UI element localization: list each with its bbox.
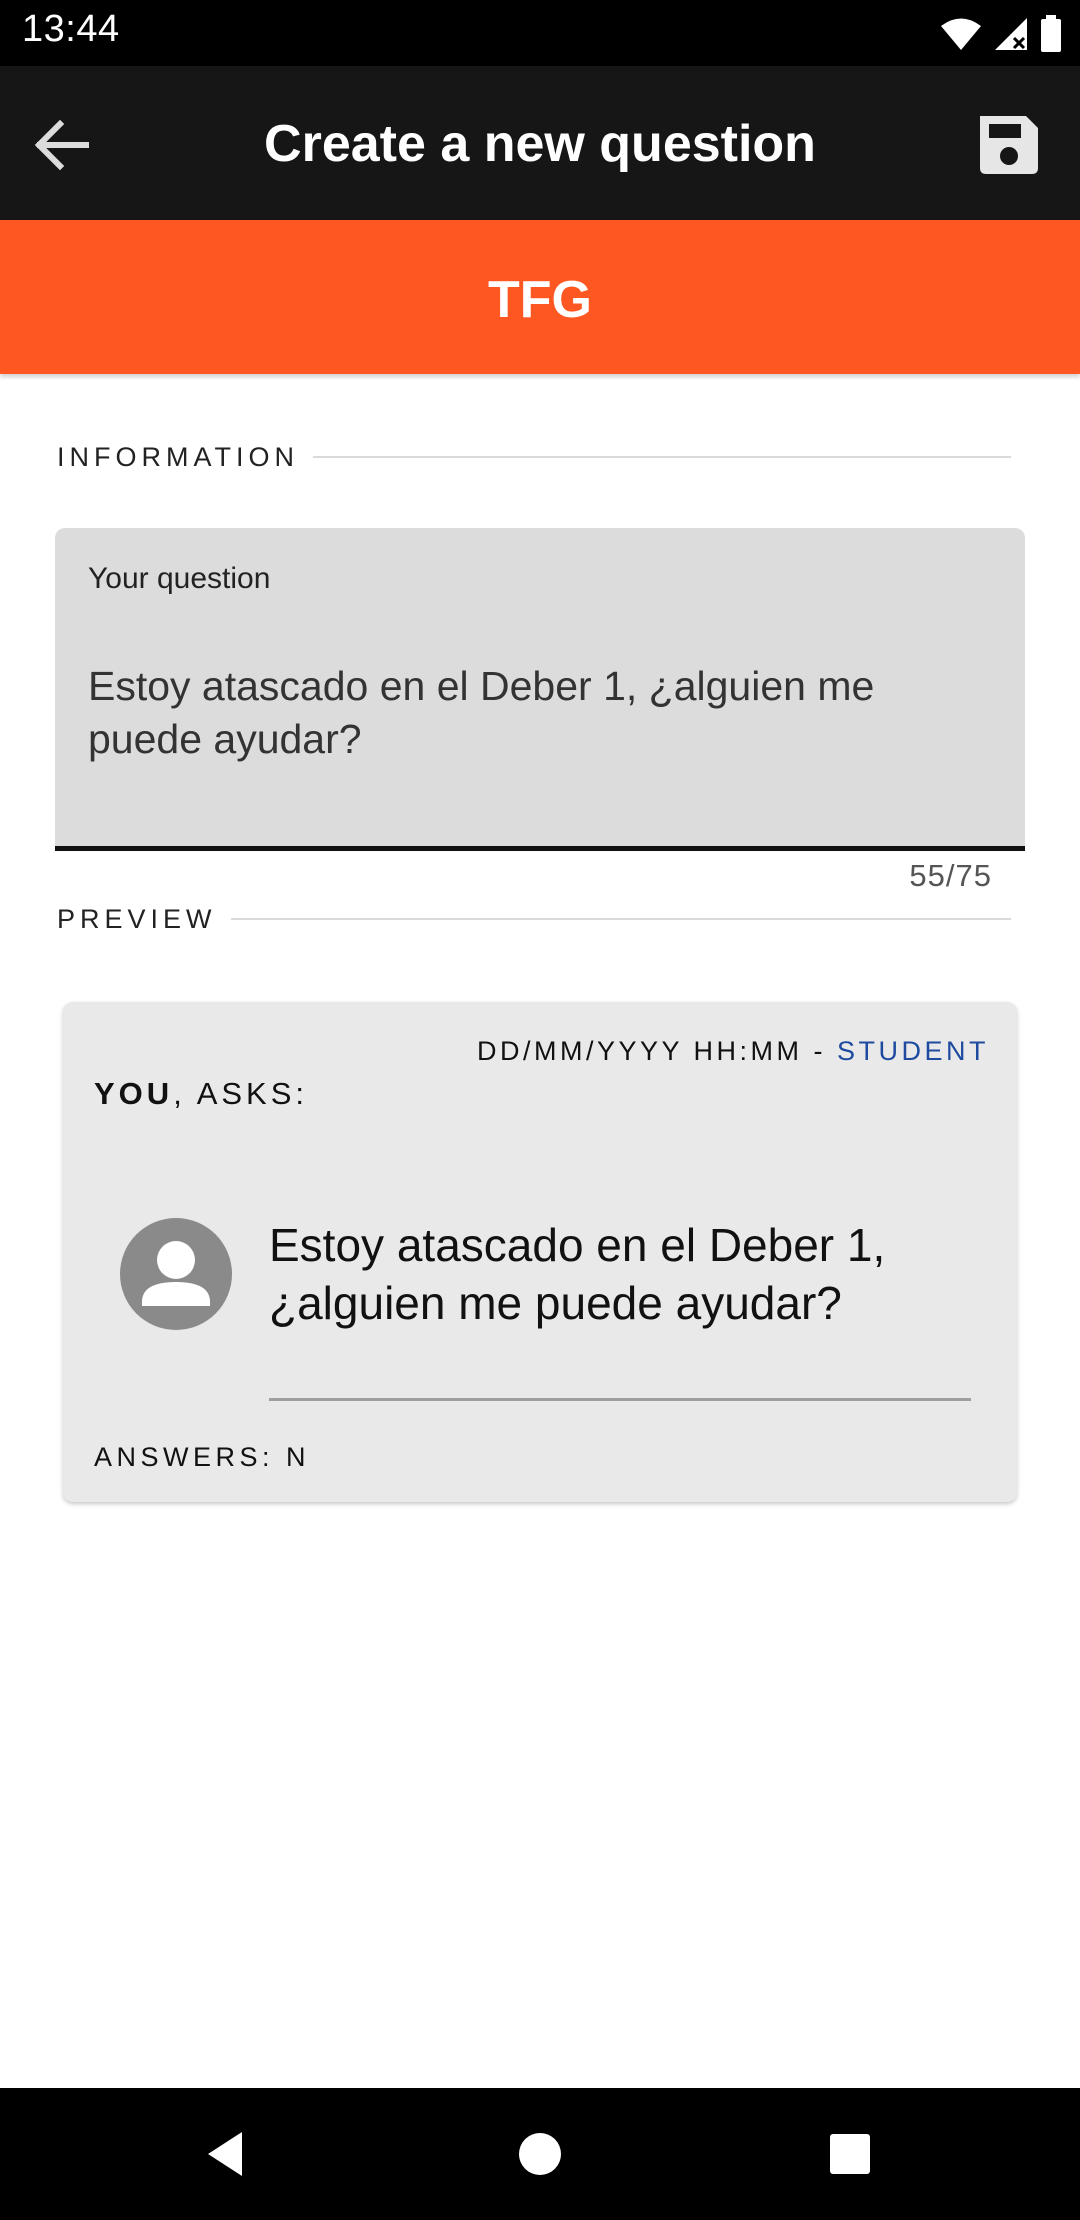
status-time: 13:44 xyxy=(22,8,120,50)
save-button[interactable] xyxy=(974,110,1044,180)
preview-section-header: PREVIEW xyxy=(57,898,1011,938)
asks-suffix: , ASKS: xyxy=(173,1076,309,1111)
floppy-disk-icon xyxy=(980,116,1038,174)
meta-separator: - xyxy=(802,1036,837,1066)
status-bar: 13:44 xyxy=(0,0,1080,66)
course-title: TFG xyxy=(488,271,592,329)
question-preview-card: DD/MM/YYYY HH:MM - STUDENT YOU, ASKS: Es… xyxy=(63,1002,1017,1502)
person-avatar-icon xyxy=(142,1241,210,1306)
asker-line: YOU, ASKS: xyxy=(94,1076,308,1112)
asker-name: YOU xyxy=(94,1076,174,1111)
battery-icon xyxy=(1041,15,1061,52)
nav-recents-button[interactable] xyxy=(820,2124,880,2184)
back-triangle-icon xyxy=(208,2132,242,2176)
question-input[interactable]: Your question Estoy atascado en el Deber… xyxy=(55,528,1025,848)
question-input-underline xyxy=(55,846,1025,851)
avatar xyxy=(120,1218,232,1330)
question-input-value[interactable]: Estoy atascado en el Deber 1, ¿alguien m… xyxy=(88,660,978,766)
question-input-label: Your question xyxy=(88,562,271,595)
preview-label: PREVIEW xyxy=(57,904,231,935)
recents-square-icon xyxy=(830,2134,870,2174)
wifi-icon xyxy=(941,18,981,50)
information-section-header: INFORMATION xyxy=(57,436,1011,476)
course-banner: TFG xyxy=(0,220,1080,374)
status-icons xyxy=(940,12,1062,56)
preview-question-text: Estoy atascado en el Deber 1, ¿alguien m… xyxy=(269,1219,886,1329)
asker-role: STUDENT xyxy=(837,1036,989,1066)
system-nav-bar xyxy=(0,2088,1080,2220)
page-title: Create a new question xyxy=(264,115,816,173)
question-meta: DD/MM/YYYY HH:MM - STUDENT xyxy=(477,1036,989,1067)
home-circle-icon xyxy=(519,2133,561,2175)
signal-icon xyxy=(995,18,1027,50)
information-label: INFORMATION xyxy=(57,442,313,473)
character-counter: 55/75 xyxy=(909,858,992,893)
nav-home-button[interactable] xyxy=(510,2124,570,2184)
answers-count: ANSWERS: N xyxy=(94,1442,311,1472)
nav-back-button[interactable] xyxy=(196,2124,256,2184)
app-bar: Create a new question xyxy=(0,66,1080,220)
question-date-time: DD/MM/YYYY HH:MM xyxy=(476,1036,803,1066)
preview-divider xyxy=(269,1398,971,1401)
